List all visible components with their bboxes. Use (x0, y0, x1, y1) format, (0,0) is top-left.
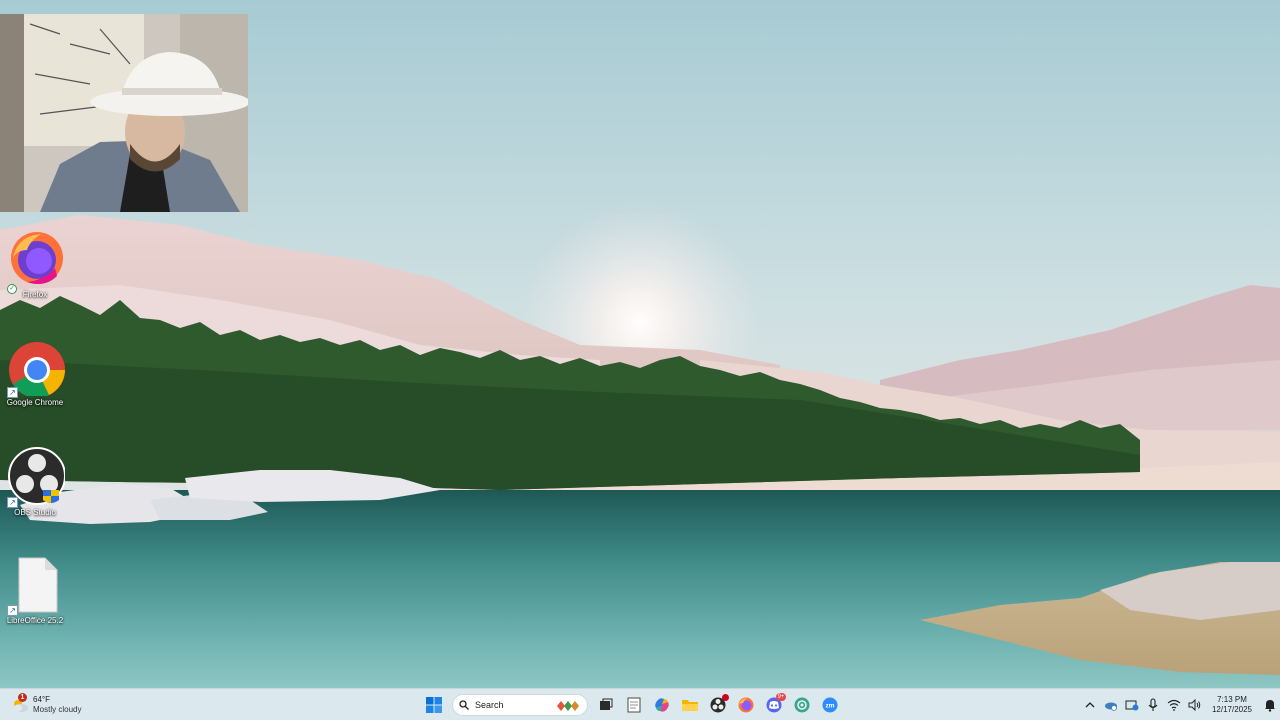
microphone-tray-button[interactable] (1142, 691, 1163, 719)
search-placeholder: Search (475, 700, 504, 710)
webcam-overlay (0, 14, 248, 212)
firefox-taskbar-button[interactable] (732, 691, 760, 719)
svg-text:zm: zm (825, 703, 834, 710)
desktop-icon-firefox[interactable]: ✓ Firefox (2, 222, 68, 322)
chrome-icon: ↗ (5, 336, 65, 398)
chatgpt-taskbar-button[interactable] (788, 691, 816, 719)
search-highlight-icon (557, 701, 579, 711)
shortcut-arrow-icon: ↗ (7, 497, 18, 508)
taskbar: 1 64°F Mostly cloudy Search 9+ zm 7:13 P… (0, 688, 1280, 720)
desktop-icon-label: OBS Studio (14, 508, 56, 517)
start-button[interactable] (420, 691, 448, 719)
desktop-icon-label: LibreOffice 25.2 (6, 616, 64, 625)
desktop-icon-libreoffice[interactable]: ↗ LibreOffice 25.2 (2, 548, 68, 648)
file-explorer-button[interactable] (676, 691, 704, 719)
taskbar-clock[interactable]: 7:13 PM 12/17/2025 (1207, 695, 1257, 715)
notepad-button[interactable] (620, 691, 648, 719)
start-icon (426, 697, 442, 713)
notepad-icon (627, 697, 641, 713)
network-tray-button[interactable] (1163, 691, 1184, 719)
copilot-button[interactable] (648, 691, 676, 719)
sync-status-icon: ✓ (7, 284, 17, 294)
wifi-icon (1167, 699, 1180, 711)
search-icon (459, 700, 469, 710)
weather-condition: Mostly cloudy (33, 705, 82, 714)
volume-icon (1188, 699, 1200, 711)
document-icon: ↗ (5, 554, 65, 616)
discord-taskbar-button[interactable]: 9+ (760, 691, 788, 719)
shortcut-arrow-icon: ↗ (7, 605, 18, 616)
file-explorer-icon (682, 700, 698, 711)
weather-widget[interactable]: 1 64°F Mostly cloudy (10, 692, 81, 718)
desktop-icon-google-chrome[interactable]: ↗ Google Chrome (2, 330, 68, 430)
obs-icon: ↗ (5, 446, 66, 508)
task-view-icon (600, 698, 613, 710)
chevron-up-icon (1085, 702, 1094, 708)
desktop-icon-label: Firefox (22, 290, 48, 299)
obs-taskbar-button[interactable] (704, 691, 732, 719)
firefox-icon (738, 697, 754, 713)
task-view-button[interactable] (592, 691, 620, 719)
weather-alert-badge: 1 (18, 693, 27, 702)
bell-icon (1264, 699, 1275, 712)
show-hidden-icons-button[interactable] (1079, 691, 1100, 719)
zoom-taskbar-button[interactable]: zm (816, 691, 844, 719)
sync-icon (1125, 700, 1138, 711)
notification-center-button[interactable] (1259, 691, 1280, 719)
microphone-icon (1148, 698, 1157, 711)
system-tray: 7:13 PM 12/17/2025 (1079, 689, 1280, 721)
recording-indicator (722, 694, 729, 701)
taskbar-search-box[interactable]: Search (452, 694, 588, 716)
zoom-icon: zm (822, 697, 838, 713)
copilot-icon (655, 698, 669, 712)
firefox-icon: ✓ (5, 228, 65, 294)
shortcut-arrow-icon: ↗ (7, 387, 18, 398)
desktop-icon-label: Google Chrome (6, 398, 64, 407)
desktop-icon-obs-studio[interactable]: ↗ OBS Studio (2, 440, 68, 540)
clock-time: 7:13 PM (1217, 695, 1247, 704)
volume-tray-button[interactable] (1184, 691, 1205, 719)
chatgpt-icon (794, 697, 810, 713)
onedrive-tray-button[interactable] (1100, 691, 1121, 719)
cloud-icon: 1 (10, 693, 30, 715)
unread-badge: 9+ (776, 693, 786, 701)
sync-tray-button[interactable] (1121, 691, 1142, 719)
clock-date: 12/17/2025 (1211, 705, 1253, 714)
onedrive-icon (1104, 702, 1117, 711)
weather-temperature: 64°F (33, 695, 50, 704)
